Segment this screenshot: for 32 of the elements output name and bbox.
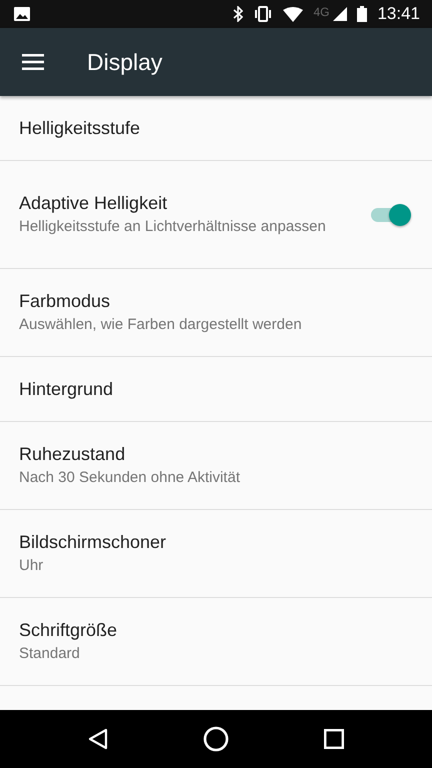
back-icon[interactable] (88, 728, 108, 750)
battery-icon (357, 6, 368, 22)
settings-item[interactable]: Adaptive Helligkeit Helligkeitsstufe an Lichtverhältnisse anpassen (0, 161, 432, 269)
setting-title: Adaptive Helligkeit (19, 192, 168, 214)
settings-item[interactable]: Helligkeitsstufe (0, 96, 432, 161)
network-type: 4G (313, 5, 330, 19)
menu-icon[interactable] (22, 54, 44, 70)
setting-title: Hintergrund (19, 378, 114, 400)
setting-title: Ruhezustand (19, 444, 126, 464)
setting-summary: Auswählen, wie Farben dargestellt werden (19, 314, 303, 334)
settings-item[interactable]: Bildschirmschoner Uhr (0, 510, 432, 598)
setting-title: Bildschirmschoner (19, 532, 168, 552)
setting-summary: Helligkeitsstufe an Lichtverhältnisse anpassen (19, 216, 327, 236)
setting-summary: Standard (19, 644, 81, 664)
setting-summary: Nach 30 Sekunden ohne Aktivität (19, 468, 241, 488)
vibrate-icon (253, 6, 274, 22)
settings-item[interactable]: Hintergrund (0, 357, 432, 422)
signal-icon (333, 7, 348, 21)
bluetooth-icon (233, 6, 244, 22)
settings-item[interactable]: Ruhezustand Nach 30 Sekunden ohne Aktivität (0, 422, 432, 510)
overview-icon[interactable] (324, 729, 344, 749)
setting-title: Farbmodus (19, 290, 112, 312)
screen-title: Display (87, 48, 162, 76)
setting-summary: Uhr (19, 556, 44, 576)
wifi-icon (283, 6, 304, 22)
home-icon[interactable] (202, 726, 229, 752)
settings-item[interactable]: Schriftgröße Standard (0, 598, 432, 686)
clock: 13:41 (377, 4, 420, 24)
setting-title: Helligkeitsstufe (19, 118, 142, 138)
settings-item[interactable]: Farbmodus Auswählen, wie Farben dargestellt werden (0, 269, 432, 357)
setting-title: Schriftgröße (19, 620, 118, 640)
image-icon (14, 7, 30, 21)
